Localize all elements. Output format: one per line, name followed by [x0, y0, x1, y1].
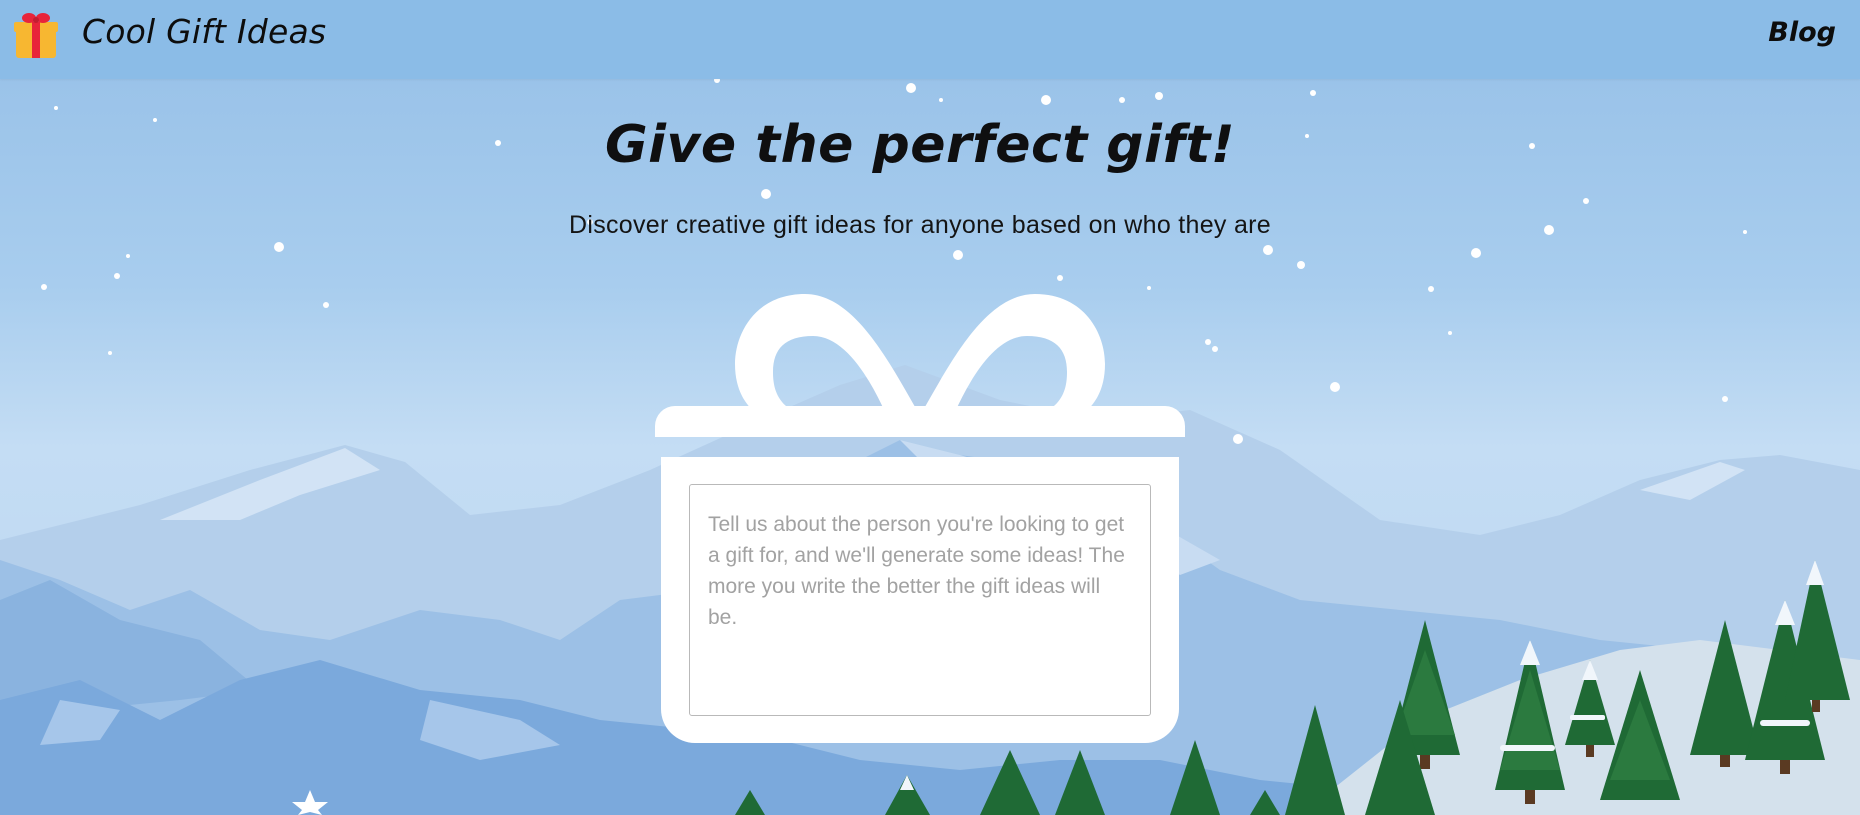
hero-title: Give the perfect gift! [604, 115, 1236, 175]
site-header: Cool Gift Ideas Blog [0, 0, 1860, 79]
site-brand-link[interactable]: Cool Gift Ideas [82, 12, 326, 52]
nav-blog-link[interactable]: Blog [1768, 16, 1836, 50]
person-description-input[interactable] [689, 484, 1151, 716]
gift-icon[interactable] [14, 11, 58, 59]
hero-subtitle: Discover creative gift ideas for anyone … [568, 211, 1271, 239]
gift-bow-graphic [735, 294, 1105, 412]
gift-box-lid [655, 406, 1185, 437]
